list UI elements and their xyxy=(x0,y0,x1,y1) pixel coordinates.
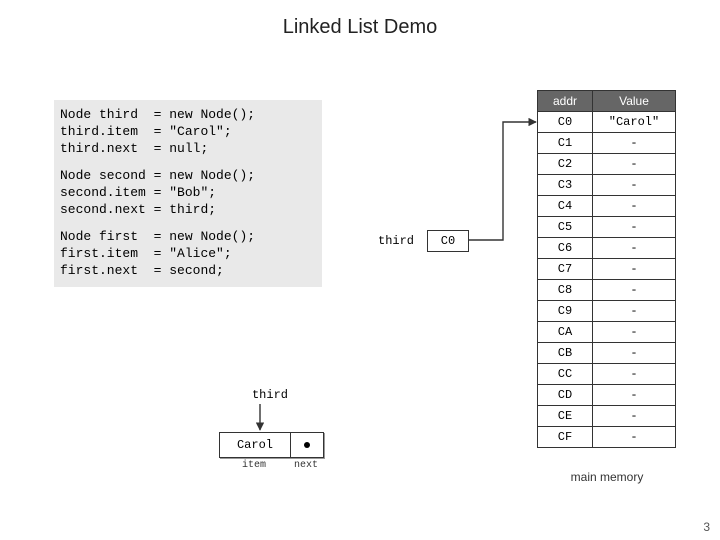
memory-addr: C7 xyxy=(538,259,593,280)
memory-value: - xyxy=(593,175,676,196)
null-dot-icon xyxy=(304,442,310,448)
memory-addr: C1 xyxy=(538,133,593,154)
table-row: C5- xyxy=(538,217,676,238)
memory-header-value: Value xyxy=(593,91,676,112)
code-block-first: Node first = new Node(); first.item = "A… xyxy=(60,228,316,279)
table-row: C7- xyxy=(538,259,676,280)
table-row: C0"Carol" xyxy=(538,112,676,133)
table-row: CF- xyxy=(538,427,676,448)
memory-addr: CA xyxy=(538,322,593,343)
memory-value: - xyxy=(593,280,676,301)
memory-caption: main memory xyxy=(537,470,677,484)
memory-addr: C6 xyxy=(538,238,593,259)
memory-value: - xyxy=(593,427,676,448)
memory-value: - xyxy=(593,364,676,385)
memory-value: - xyxy=(593,406,676,427)
memory-value: - xyxy=(593,217,676,238)
memory-value: "Carol" xyxy=(593,112,676,133)
memory-addr: C4 xyxy=(538,196,593,217)
table-row: CD- xyxy=(538,385,676,406)
table-row: C3- xyxy=(538,175,676,196)
memory-addr: CB xyxy=(538,343,593,364)
table-row: C4- xyxy=(538,196,676,217)
code-block-third: Node third = new Node(); third.item = "C… xyxy=(60,106,316,157)
table-row: C1- xyxy=(538,133,676,154)
table-row: CE- xyxy=(538,406,676,427)
table-row: C9- xyxy=(538,301,676,322)
pointer-box-third: C0 xyxy=(427,230,469,252)
table-row: C6- xyxy=(538,238,676,259)
memory-header-addr: addr xyxy=(538,91,593,112)
code-block: Node third = new Node(); third.item = "C… xyxy=(54,100,322,287)
memory-addr: CE xyxy=(538,406,593,427)
memory-value: - xyxy=(593,301,676,322)
memory-value: - xyxy=(593,196,676,217)
memory-table: addr Value C0"Carol"C1-C2-C3-C4-C5-C6-C7… xyxy=(537,90,676,448)
memory-addr: C8 xyxy=(538,280,593,301)
memory-value: - xyxy=(593,238,676,259)
memory-addr: C9 xyxy=(538,301,593,322)
node-cell-next xyxy=(290,432,324,458)
table-row: C8- xyxy=(538,280,676,301)
slide: Linked List Demo Node third = new Node()… xyxy=(0,0,720,540)
memory-addr: CD xyxy=(538,385,593,406)
memory-value: - xyxy=(593,343,676,364)
arrow-pointer-to-memory xyxy=(468,122,536,240)
field-label-next: next xyxy=(290,460,322,471)
table-row: CB- xyxy=(538,343,676,364)
memory-value: - xyxy=(593,322,676,343)
code-block-second: Node second = new Node(); second.item = … xyxy=(60,167,316,218)
field-label-item: item xyxy=(219,460,289,471)
memory-addr: C0 xyxy=(538,112,593,133)
memory-value: - xyxy=(593,385,676,406)
memory-addr: C5 xyxy=(538,217,593,238)
table-row: C2- xyxy=(538,154,676,175)
pointer-label-third: third xyxy=(378,234,414,248)
page-number: 3 xyxy=(703,520,710,534)
node-label-third: third xyxy=(230,388,310,402)
memory-value: - xyxy=(593,154,676,175)
page-title: Linked List Demo xyxy=(0,16,720,39)
node-cell-item: Carol xyxy=(219,432,291,458)
memory-addr: C3 xyxy=(538,175,593,196)
memory-value: - xyxy=(593,259,676,280)
memory-addr: C2 xyxy=(538,154,593,175)
memory-addr: CF xyxy=(538,427,593,448)
table-row: CA- xyxy=(538,322,676,343)
memory-value: - xyxy=(593,133,676,154)
memory-addr: CC xyxy=(538,364,593,385)
table-row: CC- xyxy=(538,364,676,385)
